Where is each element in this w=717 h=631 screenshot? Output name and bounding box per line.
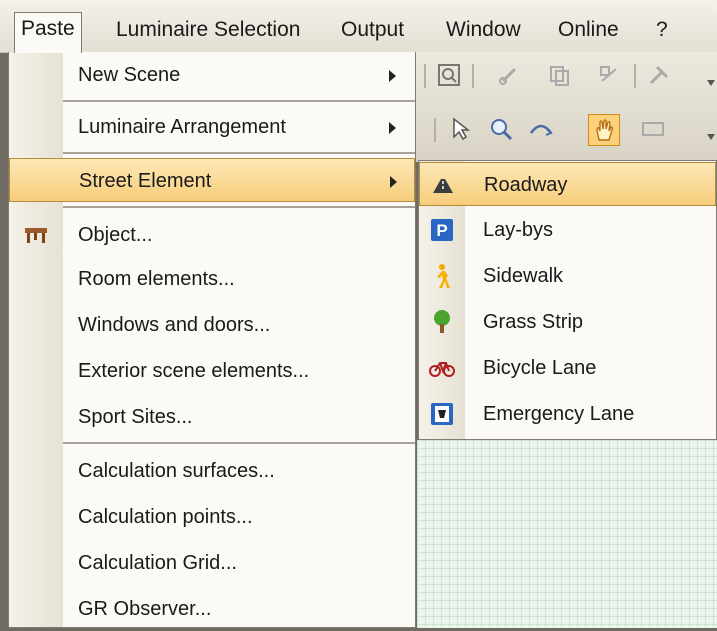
parking-icon: P: [429, 217, 455, 243]
menu-item-exterior-scene-elements[interactable]: Exterior scene elements...: [9, 349, 415, 393]
submenu-item-grass-strip[interactable]: Grass Strip: [419, 300, 716, 344]
menu-output-label: Output: [341, 18, 405, 41]
menu-separator: [63, 442, 415, 444]
submenu-arrow-icon: [389, 70, 396, 82]
menu-window[interactable]: Window: [440, 14, 527, 46]
zoom-window-icon[interactable]: [434, 60, 464, 90]
menu-online[interactable]: Online: [552, 14, 625, 46]
menu-item-label: Calculation surfaces...: [78, 460, 275, 482]
menu-help-label: ?: [656, 18, 668, 41]
menu-item-label: Sport Sites...: [78, 406, 193, 428]
toolbar-separator: [424, 64, 426, 88]
menu-item-new-scene[interactable]: New Scene: [9, 53, 415, 97]
pan-hand-icon[interactable]: [588, 114, 620, 146]
toolbar-area: [410, 52, 717, 162]
toolbar-row-2: [410, 106, 717, 152]
menu-item-label: GR Observer...: [78, 598, 212, 620]
menu-item-gr-observer[interactable]: GR Observer...: [9, 587, 415, 631]
menu-online-label: Online: [558, 18, 619, 41]
submenu-item-label: Sidewalk: [483, 265, 564, 287]
menu-item-label: Room elements...: [78, 268, 235, 290]
tree-icon: [429, 309, 455, 335]
submenu-item-label: Bicycle Lane: [483, 357, 597, 379]
toolbar-overflow-icon[interactable]: [707, 134, 715, 142]
menu-item-label: Luminaire Arrangement: [78, 116, 286, 138]
menu-luminaire-selection[interactable]: Luminaire Selection: [110, 14, 306, 46]
menu-item-calculation-points[interactable]: Calculation points...: [9, 495, 415, 539]
submenu-item-label: Roadway: [484, 174, 568, 196]
submenu-item-sidewalk[interactable]: Sidewalk: [419, 254, 716, 298]
menu-window-label: Window: [446, 18, 521, 41]
menu-item-label: Object...: [78, 224, 153, 246]
menu-help[interactable]: ?: [650, 14, 674, 46]
menu-item-sport-sites[interactable]: Sport Sites...: [9, 395, 415, 439]
menu-item-label: Street Element: [79, 170, 212, 192]
furniture-icon: [23, 223, 49, 247]
menu-item-calculation-grid[interactable]: Calculation Grid...: [9, 541, 415, 585]
submenu-item-lay-bys[interactable]: P Lay-bys: [419, 208, 716, 252]
submenu-item-emergency-lane[interactable]: Emergency Lane: [419, 392, 716, 436]
drawing-canvas-grid[interactable]: [417, 440, 717, 628]
toolbar-separator: [472, 64, 474, 88]
menu-item-object[interactable]: Object...: [9, 213, 415, 257]
submenu-arrow-icon: [390, 176, 397, 188]
plan-view-icon[interactable]: [638, 114, 668, 144]
submenu-item-roadway[interactable]: Roadway: [419, 162, 716, 206]
menu-luminaire-selection-label: Luminaire Selection: [116, 18, 301, 41]
menu-item-luminaire-arrangement[interactable]: Luminaire Arrangement: [9, 105, 415, 149]
submenu-item-label: Emergency Lane: [483, 403, 635, 425]
menu-item-street-element[interactable]: Street Element: [9, 158, 415, 202]
menu-bar: Paste Luminaire Selection Output Window …: [0, 0, 717, 53]
menu-paste-label: Paste: [21, 17, 75, 40]
svg-text:P: P: [436, 221, 447, 240]
menu-item-label: Exterior scene elements...: [78, 360, 310, 382]
toolbar-row-1: [410, 52, 717, 98]
rotate-view-icon[interactable]: [526, 114, 556, 144]
submenu-arrow-icon: [389, 122, 396, 134]
pedestrian-icon: [429, 263, 455, 289]
zoom-icon[interactable]: [486, 114, 516, 144]
toolbar-separator: [634, 64, 636, 88]
menu-item-room-elements[interactable]: Room elements...: [9, 257, 415, 301]
toolbar-separator: [434, 118, 436, 142]
menu-paste[interactable]: Paste: [14, 12, 82, 53]
roadway-icon: [430, 172, 456, 198]
menu-separator: [63, 100, 415, 102]
toolbar-overflow-icon[interactable]: [707, 80, 715, 88]
street-element-submenu: Roadway P Lay-bys Sidewalk Grass Strip B…: [418, 160, 717, 440]
menu-item-label: Calculation points...: [78, 506, 253, 528]
submenu-item-label: Lay-bys: [483, 219, 554, 241]
pointer-icon[interactable]: [446, 114, 476, 144]
menu-item-windows-and-doors[interactable]: Windows and doors...: [9, 303, 415, 347]
link-icon[interactable]: [494, 60, 524, 90]
menu-output[interactable]: Output: [335, 14, 410, 46]
menu-item-label: New Scene: [78, 64, 181, 86]
bicycle-icon: [429, 355, 455, 381]
menu-separator: [63, 206, 415, 208]
paste-menu-dropdown: New Scene Luminaire Arrangement Street E…: [8, 52, 416, 628]
tools-icon[interactable]: [644, 60, 674, 90]
menu-item-label: Calculation Grid...: [78, 552, 237, 574]
menu-separator: [63, 152, 415, 154]
menu-item-calculation-surfaces[interactable]: Calculation surfaces...: [9, 449, 415, 493]
menu-item-label: Windows and doors...: [78, 314, 271, 336]
rotate-icon[interactable]: [594, 60, 624, 90]
submenu-item-bicycle-lane[interactable]: Bicycle Lane: [419, 346, 716, 390]
copy-icon[interactable]: [544, 60, 574, 90]
emergency-phone-icon: [429, 401, 455, 427]
submenu-item-label: Grass Strip: [483, 311, 584, 333]
